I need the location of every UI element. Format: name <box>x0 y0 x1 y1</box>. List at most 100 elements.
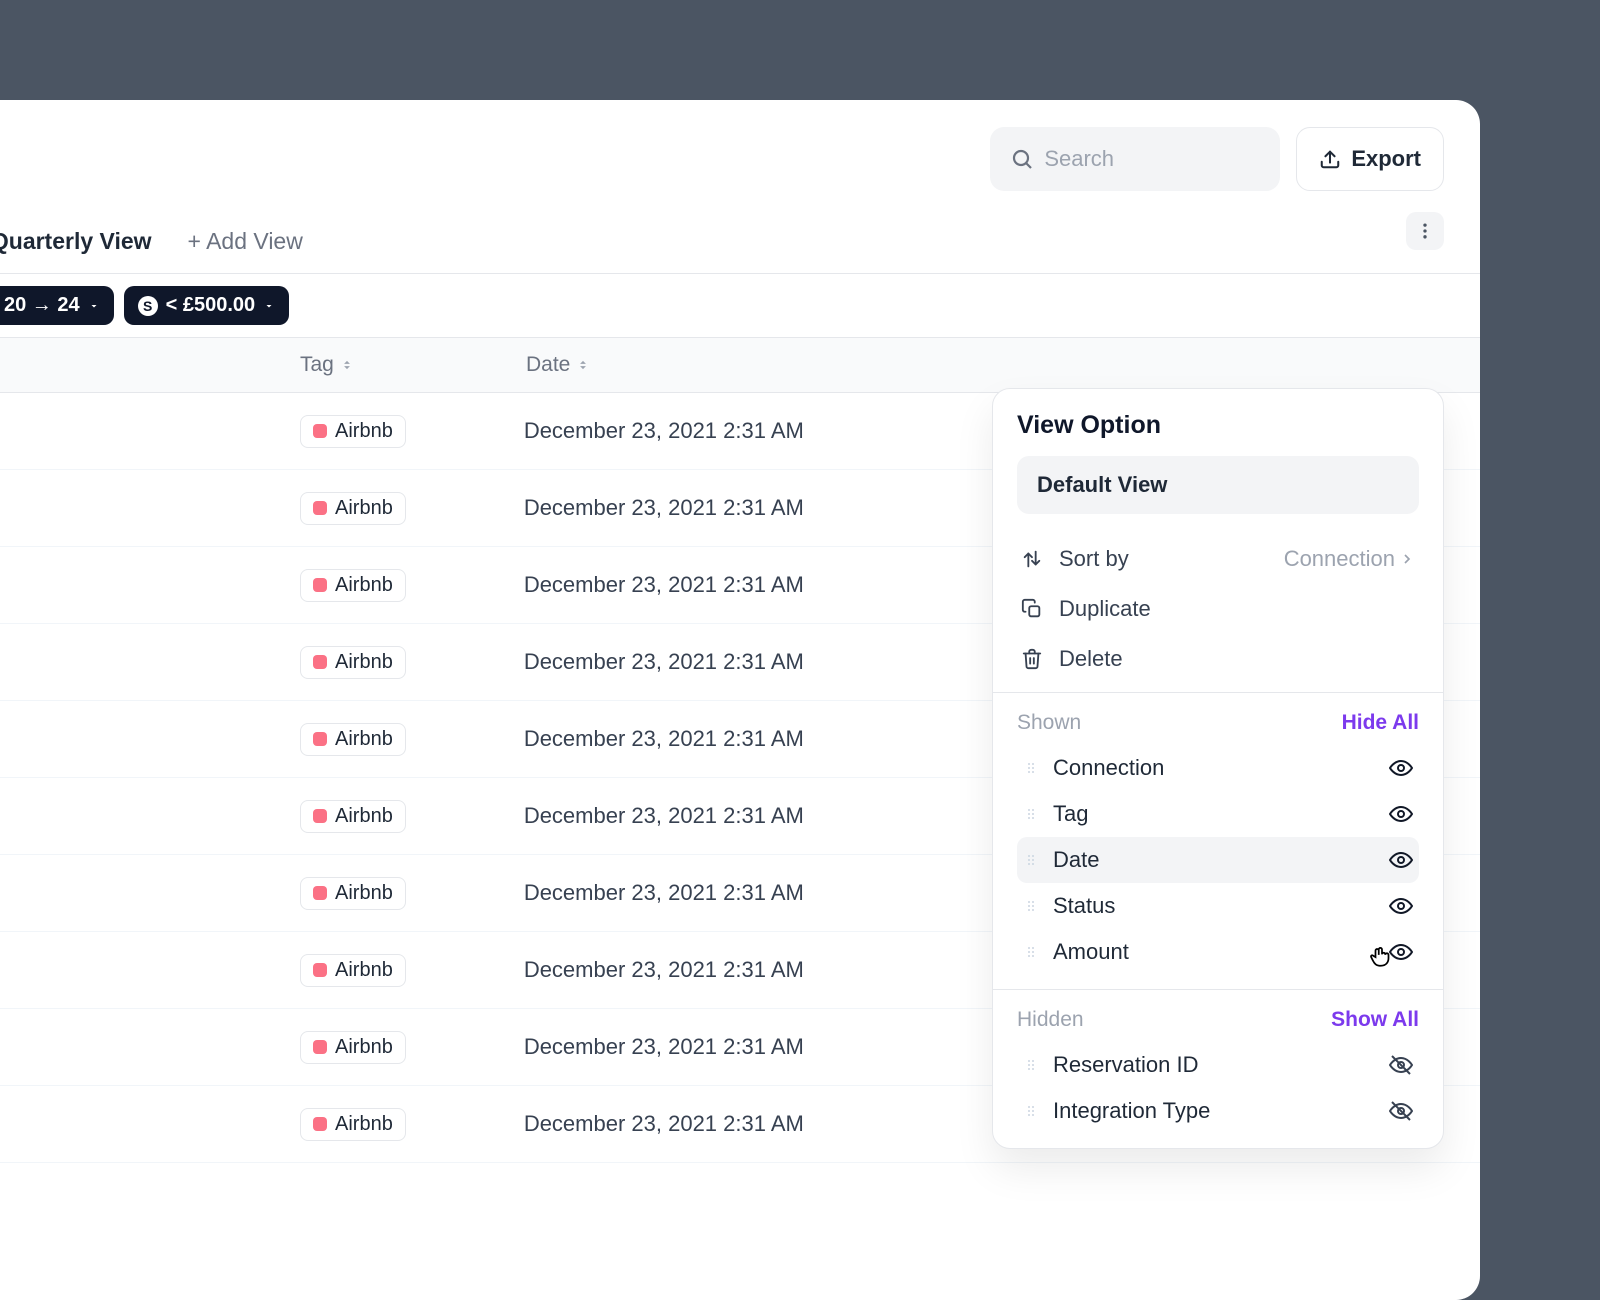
panel-title: View Option <box>1017 411 1419 440</box>
tab-quarterly[interactable]: Quarterly View <box>0 228 152 255</box>
default-view-card[interactable]: Default View <box>1017 456 1419 514</box>
tag-text: Airbnb <box>335 420 393 443</box>
chevron-down-icon <box>263 300 275 312</box>
grip-icon[interactable] <box>1023 760 1039 776</box>
tag-color-dot <box>313 655 327 669</box>
tag-chip[interactable]: Airbnb <box>300 646 406 679</box>
shown-list: Connection Tag Date Status Amount <box>1017 745 1419 975</box>
field-label: Connection <box>1053 755 1375 781</box>
date-cell: December 23, 2021 2:31 AM <box>524 495 804 521</box>
field-label: Reservation ID <box>1053 1052 1375 1078</box>
date-cell: December 23, 2021 2:31 AM <box>524 803 804 829</box>
tag-color-dot <box>313 1040 327 1054</box>
grip-icon[interactable] <box>1023 898 1039 914</box>
tag-text: Airbnb <box>335 574 393 597</box>
filter-date-pill[interactable]: 20 → 24 <box>0 286 114 325</box>
tabs-bar: ew Yearly View Quarterly View + Add View <box>0 218 1480 273</box>
tag-text: Airbnb <box>335 959 393 982</box>
shown-header: Shown Hide All <box>1017 693 1419 745</box>
shown-field-row[interactable]: Tag <box>1017 791 1419 837</box>
tag-chip[interactable]: Airbnb <box>300 415 406 448</box>
eye-icon[interactable] <box>1389 848 1413 872</box>
search-icon <box>1010 147 1034 171</box>
sort-icon <box>340 358 354 372</box>
view-option-panel: View Option Default View Sort by Connect… <box>992 388 1444 1149</box>
tag-chip[interactable]: Airbnb <box>300 492 406 525</box>
tag-text: Airbnb <box>335 497 393 520</box>
currency-icon: S <box>138 296 158 316</box>
sort-by-item[interactable]: Sort by Connection <box>1017 534 1419 584</box>
app-card: Export ew Yearly View Quarterly View + A… <box>0 100 1480 1300</box>
add-view-label: + Add View <box>188 228 303 255</box>
chevron-down-icon <box>88 300 100 312</box>
hidden-list: Reservation ID Integration Type <box>1017 1042 1419 1134</box>
table-headers: Tag Date <box>0 337 1480 393</box>
sort-icon <box>1021 548 1043 570</box>
shown-field-row[interactable]: Amount <box>1017 929 1419 975</box>
search-box[interactable] <box>990 127 1280 191</box>
search-input[interactable] <box>1044 146 1260 172</box>
hidden-header: Hidden Show All <box>1017 990 1419 1042</box>
export-icon <box>1319 148 1341 170</box>
hidden-field-row[interactable]: Reservation ID <box>1017 1042 1419 1088</box>
filter-amount-label: < £500.00 <box>166 294 256 317</box>
tag-chip[interactable]: Airbnb <box>300 723 406 756</box>
date-cell: December 23, 2021 2:31 AM <box>524 649 804 675</box>
date-cell: December 23, 2021 2:31 AM <box>524 1111 804 1137</box>
more-button[interactable] <box>1406 212 1444 250</box>
eye-icon[interactable] <box>1389 756 1413 780</box>
hide-all-button[interactable]: Hide All <box>1342 711 1419 735</box>
eye-icon[interactable] <box>1389 802 1413 826</box>
delete-label: Delete <box>1059 646 1415 672</box>
header-tag[interactable]: Tag <box>300 353 526 377</box>
grip-icon[interactable] <box>1023 1057 1039 1073</box>
trash-icon <box>1021 648 1043 670</box>
tag-text: Airbnb <box>335 651 393 674</box>
field-label: Tag <box>1053 801 1375 827</box>
tag-chip[interactable]: Airbnb <box>300 877 406 910</box>
eye-icon[interactable] <box>1389 894 1413 918</box>
header-tag-label: Tag <box>300 353 334 377</box>
tag-text: Airbnb <box>335 882 393 905</box>
tag-text: Airbnb <box>335 728 393 751</box>
field-label: Date <box>1053 847 1375 873</box>
tag-color-dot <box>313 963 327 977</box>
hidden-label: Hidden <box>1017 1008 1084 1032</box>
duplicate-item[interactable]: Duplicate <box>1017 584 1419 634</box>
shown-field-row[interactable]: Status <box>1017 883 1419 929</box>
add-view-button[interactable]: + Add View <box>188 228 303 255</box>
delete-item[interactable]: Delete <box>1017 634 1419 684</box>
header-date[interactable]: Date <box>526 353 590 377</box>
sort-by-label: Sort by <box>1059 546 1268 572</box>
filter-amount-pill[interactable]: S < £500.00 <box>124 286 290 325</box>
grip-icon[interactable] <box>1023 852 1039 868</box>
top-bar: Export <box>0 100 1480 218</box>
hidden-field-row[interactable]: Integration Type <box>1017 1088 1419 1134</box>
sort-icon <box>576 358 590 372</box>
shown-field-row[interactable]: Connection <box>1017 745 1419 791</box>
tag-color-dot <box>313 501 327 515</box>
copy-icon <box>1021 598 1043 620</box>
tag-chip[interactable]: Airbnb <box>300 954 406 987</box>
grip-icon[interactable] <box>1023 806 1039 822</box>
tag-chip[interactable]: Airbnb <box>300 1031 406 1064</box>
export-button[interactable]: Export <box>1296 127 1444 191</box>
shown-field-row[interactable]: Date <box>1017 837 1419 883</box>
date-cell: December 23, 2021 2:31 AM <box>524 880 804 906</box>
tag-color-dot <box>313 578 327 592</box>
eye-off-icon[interactable] <box>1389 1053 1413 1077</box>
tag-chip[interactable]: Airbnb <box>300 800 406 833</box>
tag-chip[interactable]: Airbnb <box>300 569 406 602</box>
date-cell: December 23, 2021 2:31 AM <box>524 418 804 444</box>
grip-icon[interactable] <box>1023 1103 1039 1119</box>
tag-color-dot <box>313 732 327 746</box>
grip-icon[interactable] <box>1023 944 1039 960</box>
tag-color-dot <box>313 809 327 823</box>
tag-color-dot <box>313 1117 327 1131</box>
eye-off-icon[interactable] <box>1389 1099 1413 1123</box>
show-all-button[interactable]: Show All <box>1331 1008 1419 1032</box>
tag-chip[interactable]: Airbnb <box>300 1108 406 1141</box>
field-label: Amount <box>1053 939 1375 965</box>
date-cell: December 23, 2021 2:31 AM <box>524 726 804 752</box>
date-cell: December 23, 2021 2:31 AM <box>524 572 804 598</box>
